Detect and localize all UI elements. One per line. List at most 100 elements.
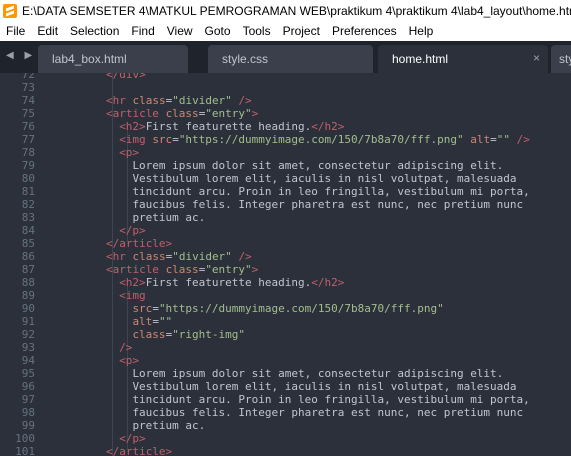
code-line[interactable]: 96 Vestibulum lorem elit, iaculis in nisl… — [0, 380, 571, 393]
code-token: /> — [238, 250, 252, 263]
menu-file[interactable]: File — [6, 24, 25, 38]
close-tab-icon[interactable]: × — [533, 51, 540, 65]
code-token: </h2> — [311, 276, 345, 289]
code-editor[interactable]: 72 </div> 73 74 <hr class="divider" /> 75 <art… — [0, 73, 571, 456]
code-text: /> — [119, 341, 132, 354]
code-token: <article — [105, 263, 159, 276]
tab-nav-arrows-icon[interactable]: ◀ ▶ — [6, 50, 36, 61]
line-number: 80 — [21, 172, 35, 185]
line-number: 98 — [21, 406, 35, 419]
code-token: <article — [105, 107, 159, 120]
code-token: "entry" — [205, 107, 252, 120]
tab-label: home.html — [392, 52, 449, 66]
code-line[interactable]: 81 tincidunt arcu. Proin in leo fringilla… — [0, 185, 571, 198]
code-line[interactable]: 90 src="https://dummyimage.com/150/7b8a70… — [0, 302, 571, 315]
menu-goto[interactable]: Goto — [205, 24, 231, 38]
code-text: <h2>First featurette heading.</h2> — [119, 120, 344, 133]
code-token: = — [152, 315, 159, 328]
line-number: 100 — [15, 432, 35, 445]
code-token: pretium ac. — [132, 211, 206, 224]
code-token: "https://dummyimage.com/150/7b8a70/fff.p… — [158, 302, 444, 315]
menu-help[interactable]: Help — [409, 24, 434, 38]
code-line[interactable]: 87 <article class="entry"> — [0, 263, 571, 276]
code-line[interactable]: 88 <h2>First featurette heading.</h2> — [0, 276, 571, 289]
code-token: Lorem ipsum dolor sit amet, consectetur … — [132, 367, 504, 380]
code-token: Lorem ipsum dolor sit amet, consectetur … — [132, 159, 504, 172]
tab-label: style.css — [222, 52, 269, 66]
code-token: <p> — [119, 146, 140, 159]
code-token: faucibus felis. Integer pharetra est nun… — [132, 406, 524, 419]
menu-tools[interactable]: Tools — [243, 24, 271, 38]
code-token: = — [152, 302, 159, 315]
line-number: 89 — [21, 289, 35, 302]
code-token: /> — [238, 94, 252, 107]
code-token: tincidunt arcu. Proin in leo fringilla, … — [132, 185, 530, 198]
line-number: 95 — [21, 367, 35, 380]
code-token: = — [490, 133, 497, 146]
code-text: pretium ac. — [132, 211, 205, 224]
code-token: > — [251, 107, 259, 120]
code-token: <h2> — [119, 120, 146, 133]
code-token: src — [132, 302, 153, 315]
code-token: alt — [132, 315, 153, 328]
tab-home-html[interactable]: home.html × — [378, 45, 548, 73]
menu-bar: File Edit Selection Find View Goto Tools… — [0, 21, 571, 41]
code-line[interactable]: 82 faucibus felis. Integer pharetra est n… — [0, 198, 571, 211]
menu-project[interactable]: Project — [283, 24, 320, 38]
code-token: <hr — [105, 94, 126, 107]
code-token: </div> — [105, 73, 146, 81]
code-line[interactable]: 85 </article> — [0, 237, 571, 250]
code-line[interactable]: 98 faucibus felis. Integer pharetra est n… — [0, 406, 571, 419]
code-line[interactable]: 94 <p> — [0, 354, 571, 367]
code-line[interactable]: 75 <article class="entry"> — [0, 107, 571, 120]
line-number: 83 — [21, 211, 35, 224]
code-text: </p> — [119, 432, 146, 445]
code-line[interactable]: 97 tincidunt arcu. Proin in leo fringilla… — [0, 393, 571, 406]
code-token: pretium ac. — [132, 419, 206, 432]
code-token: "" — [496, 133, 510, 146]
code-line[interactable]: 101 </article> — [0, 445, 571, 456]
code-line[interactable]: 99 pretium ac. — [0, 419, 571, 432]
code-text: <hr class="divider" /> — [106, 250, 252, 263]
code-text: pretium ac. — [132, 419, 205, 432]
code-line[interactable]: 76 <h2>First featurette heading.</h2> — [0, 120, 571, 133]
code-text: </article> — [106, 445, 172, 456]
code-line[interactable]: 100 </p> — [0, 432, 571, 445]
code-line[interactable]: 77 <img src="https://dummyimage.com/150/7… — [0, 133, 571, 146]
code-token: /> — [516, 133, 530, 146]
code-line[interactable]: 89 <img — [0, 289, 571, 302]
code-line[interactable]: 84 </p> — [0, 224, 571, 237]
code-text: Lorem ipsum dolor sit amet, consectetur … — [132, 367, 503, 380]
code-line[interactable]: 83 pretium ac. — [0, 211, 571, 224]
line-number: 85 — [21, 237, 35, 250]
menu-preferences[interactable]: Preferences — [332, 24, 397, 38]
code-text: src="https://dummyimage.com/150/7b8a70/f… — [132, 302, 443, 315]
code-token: "divider" — [172, 250, 232, 263]
code-line[interactable]: 86 <hr class="divider" /> — [0, 250, 571, 263]
code-line[interactable]: 74 <hr class="divider" /> — [0, 94, 571, 107]
tab-lab4-box[interactable]: lab4_box.html — [38, 45, 188, 73]
line-number: 74 — [21, 94, 35, 107]
line-number: 76 — [21, 120, 35, 133]
menu-view[interactable]: View — [167, 24, 193, 38]
code-line[interactable]: 92 class="right-img" — [0, 328, 571, 341]
code-line[interactable]: 93 /> — [0, 341, 571, 354]
code-token: > — [251, 263, 259, 276]
tab-style-overflow[interactable]: sty — [551, 45, 571, 73]
menu-selection[interactable]: Selection — [70, 24, 119, 38]
code-line[interactable]: 78 <p> — [0, 146, 571, 159]
menu-edit[interactable]: Edit — [37, 24, 58, 38]
code-line[interactable]: 72 </div> — [0, 73, 571, 81]
line-number: 94 — [21, 354, 35, 367]
menu-find[interactable]: Find — [131, 24, 154, 38]
tab-style-css[interactable]: style.css — [208, 45, 373, 73]
code-text: alt="" — [132, 315, 172, 328]
code-line[interactable]: 91 alt="" — [0, 315, 571, 328]
code-line[interactable]: 73 — [0, 81, 571, 94]
code-line[interactable]: 79 Lorem ipsum dolor sit amet, consectetu… — [0, 159, 571, 172]
code-line[interactable]: 80 Vestibulum lorem elit, iaculis in nisl… — [0, 172, 571, 185]
code-token: First featurette heading. — [145, 276, 312, 289]
line-number: 96 — [21, 380, 35, 393]
line-number: 79 — [21, 159, 35, 172]
code-line[interactable]: 95 Lorem ipsum dolor sit amet, consectetu… — [0, 367, 571, 380]
